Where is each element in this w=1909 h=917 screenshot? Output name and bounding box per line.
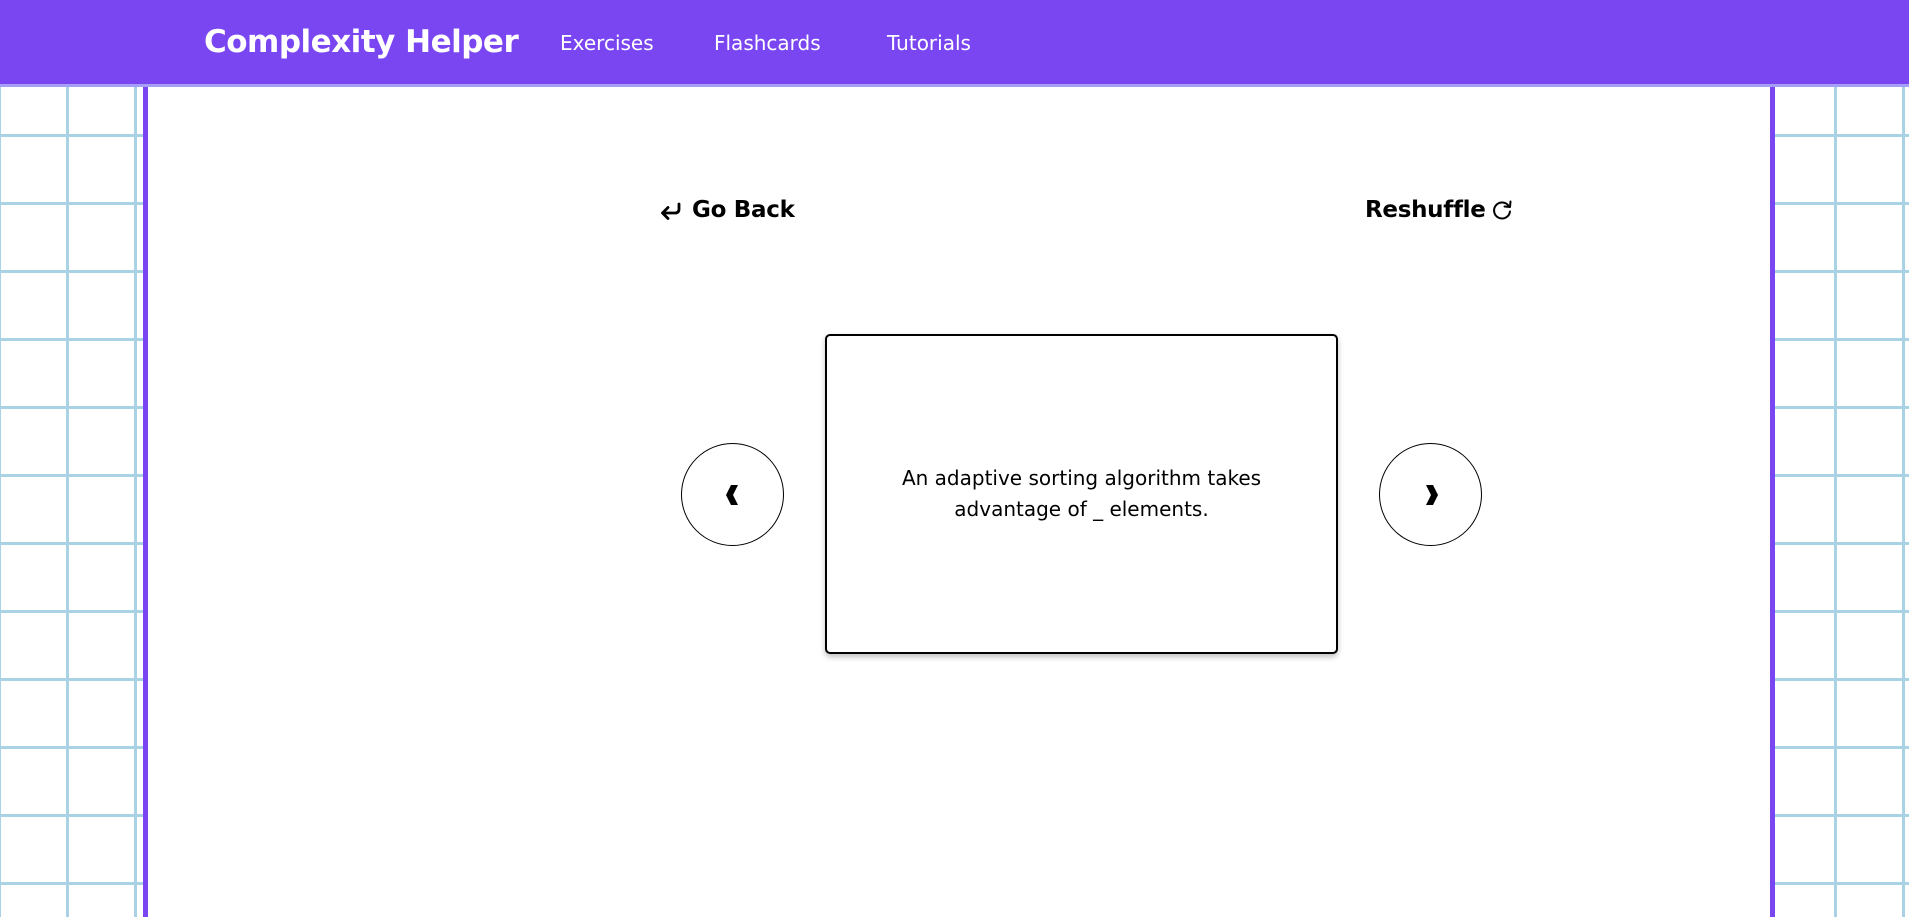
nav-link-tutorials[interactable]: Tutorials: [887, 30, 971, 56]
chevron-left-icon: [725, 484, 741, 506]
previous-card-button[interactable]: [681, 443, 784, 546]
refresh-icon: [1490, 198, 1514, 222]
next-card-button[interactable]: [1379, 443, 1482, 546]
top-navbar: Complexity Helper Exercises Flashcards T…: [0, 0, 1909, 87]
flashcard[interactable]: An adaptive sorting algorithm takes adva…: [825, 334, 1338, 654]
reshuffle-label: Reshuffle: [1365, 197, 1486, 223]
nav-link-exercises[interactable]: Exercises: [560, 30, 654, 56]
nav-link-flashcards[interactable]: Flashcards: [714, 30, 821, 56]
reshuffle-button[interactable]: Reshuffle: [1365, 195, 1514, 225]
go-back-button[interactable]: Go Back: [658, 195, 795, 225]
go-back-label: Go Back: [692, 197, 795, 223]
flashcard-question: An adaptive sorting algorithm takes adva…: [901, 466, 1262, 521]
brand-logo[interactable]: Complexity Helper: [204, 22, 519, 62]
return-arrow-icon: [658, 198, 682, 222]
chevron-right-icon: [1423, 484, 1439, 506]
